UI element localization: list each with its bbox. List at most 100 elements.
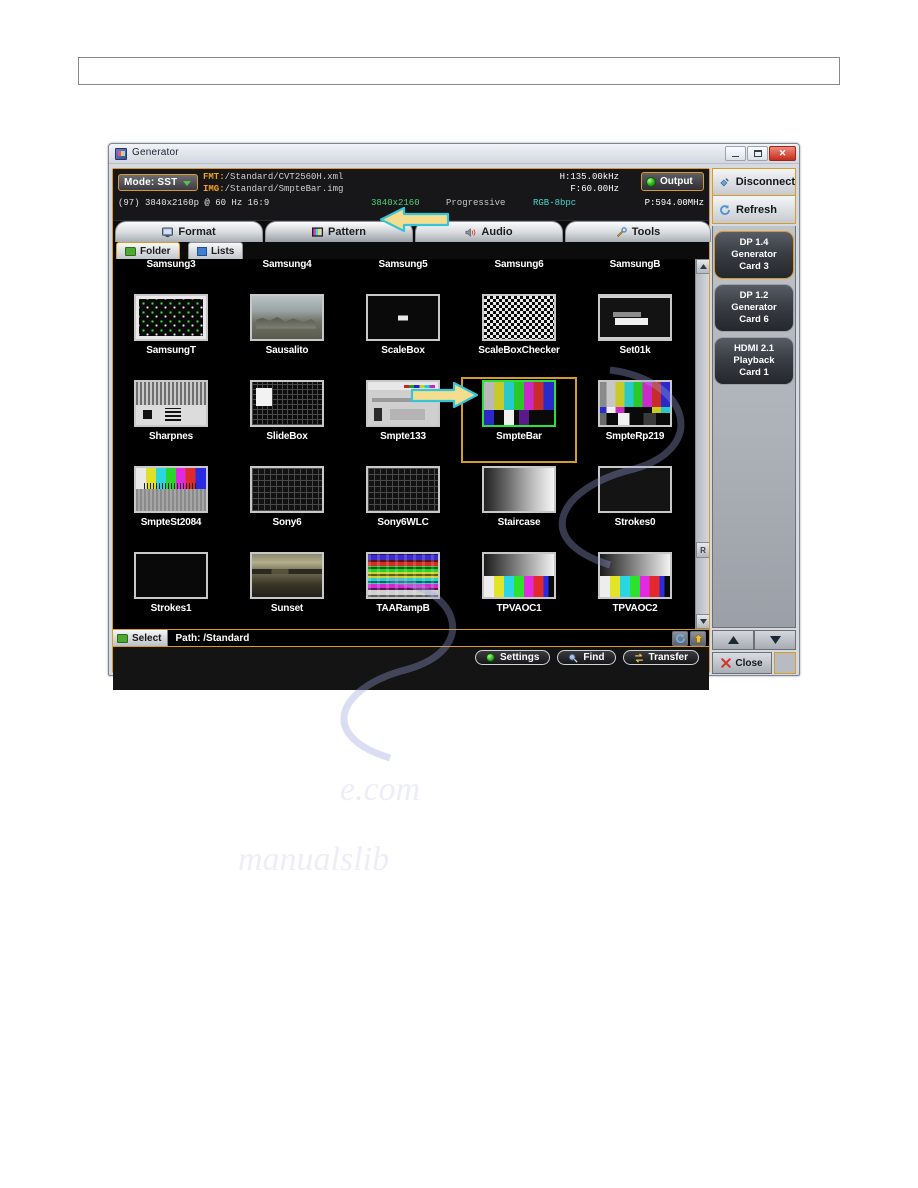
pattern-row: Samsung3 Samsung4 Samsung5 Samsung6 Sams… (113, 259, 693, 291)
up-folder-icon[interactable] (690, 630, 706, 646)
color-format: RGB-8bpc (533, 198, 577, 208)
pattern-item[interactable]: Sony6WLC (345, 463, 461, 549)
pattern-thumbnail (598, 380, 672, 427)
document-text-box (78, 57, 840, 85)
card-line-1: HDMI 2.1 (733, 343, 775, 355)
pattern-thumbnail (366, 466, 440, 513)
pattern-item[interactable]: Smpte133 (345, 377, 461, 463)
pattern-item[interactable]: SmpteSt2084 (113, 463, 229, 549)
settings-button[interactable]: Settings (474, 650, 551, 665)
pattern-thumbnail (482, 552, 556, 599)
pattern-label: Samsung4 (262, 259, 312, 270)
sub-tabs: Folder Lists (113, 242, 709, 259)
card-line-3: Card 3 (739, 260, 769, 272)
vertical-frequency: F:60.00Hz (570, 184, 619, 194)
pattern-item[interactable]: SlideBox (229, 377, 345, 463)
pattern-item[interactable]: SamsungT (113, 291, 229, 377)
pattern-item[interactable]: Samsung4 (229, 259, 345, 291)
list-icon (197, 246, 207, 256)
nav-down-button[interactable] (754, 630, 796, 650)
output-status-led (646, 176, 656, 187)
pattern-item[interactable]: Sausalito (229, 291, 345, 377)
pattern-label: TAARampB (376, 603, 430, 614)
nav-up-button[interactable] (712, 630, 754, 650)
minimize-button[interactable] (725, 146, 746, 161)
refresh-button[interactable]: Refresh (712, 196, 796, 224)
refresh-label: Refresh (736, 203, 777, 216)
maximize-button[interactable] (747, 146, 768, 161)
scroll-thumb[interactable]: R (696, 542, 709, 558)
pattern-thumbnail (250, 380, 324, 427)
close-row-filler (774, 652, 796, 674)
pattern-label: SamsungT (146, 345, 196, 356)
pattern-item[interactable]: Samsung3 (113, 259, 229, 291)
tab-format-label: Format (178, 226, 216, 238)
pattern-grid-scrollbar[interactable]: R (695, 259, 709, 629)
select-button[interactable]: Select (113, 629, 169, 647)
pattern-item[interactable]: SamsungB (577, 259, 693, 291)
folder-icon (125, 246, 136, 256)
tab-pattern[interactable]: Pattern (265, 221, 413, 242)
pattern-item[interactable]: TPVAOC1 (461, 549, 577, 629)
pattern-label: SamsungB (609, 259, 661, 270)
pattern-item[interactable]: Strokes1 (113, 549, 229, 629)
window-controls: ✕ (725, 146, 796, 161)
window-titlebar[interactable]: Generator ✕ (109, 144, 799, 164)
disconnect-button[interactable]: Disconnect (712, 168, 796, 196)
pattern-thumbnail (250, 552, 324, 599)
tab-audio-label: Audio (481, 226, 513, 238)
pattern-label: Staircase (497, 517, 541, 528)
pattern-label: SmpteBar (496, 431, 542, 442)
pattern-thumbnail (134, 380, 208, 427)
pattern-thumbnail (482, 294, 556, 341)
scroll-down-arrow[interactable] (696, 614, 709, 629)
pattern-item[interactable]: Samsung5 (345, 259, 461, 291)
format-file-line: FMT:/Standard/CVT2560H.xml (203, 172, 343, 182)
pattern-item[interactable]: Staircase (461, 463, 577, 549)
pattern-label: ScaleBox (381, 345, 425, 356)
scroll-up-arrow[interactable] (696, 259, 709, 274)
find-button[interactable]: Find (557, 650, 616, 665)
pattern-item[interactable]: Strokes0 (577, 463, 693, 549)
find-label: Find (583, 652, 605, 663)
refresh-icon[interactable] (672, 630, 688, 646)
scan-mode: Progressive (446, 198, 506, 208)
pattern-icon (312, 226, 324, 237)
transfer-icon (634, 653, 643, 662)
tab-tools-label: Tools (631, 226, 661, 238)
tab-pattern-label: Pattern (328, 226, 366, 238)
pattern-item[interactable]: SmpteRp219 (577, 377, 693, 463)
pattern-item[interactable]: Samsung6 (461, 259, 577, 291)
card-button-dp12[interactable]: DP 1.2 Generator Card 6 (714, 284, 794, 332)
pattern-thumbnail (134, 294, 208, 341)
pattern-item[interactable]: Sony6 (229, 463, 345, 549)
pattern-row: SmpteSt2084 Sony6 Sony6WLC Staircase Str… (113, 463, 693, 549)
side-panel: Disconnect Refresh DP 1.4 Generator Card… (712, 168, 796, 674)
subtab-lists[interactable]: Lists (188, 242, 244, 259)
pattern-item[interactable]: Sunset (229, 549, 345, 629)
card-button-dp14[interactable]: DP 1.4 Generator Card 3 (714, 231, 794, 279)
pattern-item[interactable]: TPVAOC2 (577, 549, 693, 629)
pattern-item[interactable]: TAARampB (345, 549, 461, 629)
pattern-item[interactable]: Sharpnes (113, 377, 229, 463)
close-x-icon (721, 658, 732, 668)
output-toggle-button[interactable]: Output (641, 172, 704, 191)
pattern-item-selected[interactable]: SmpteBar (461, 377, 577, 463)
pattern-grid: Samsung3 Samsung4 Samsung5 Samsung6 Sams… (113, 259, 709, 629)
card-line-2: Generator (731, 302, 777, 314)
pattern-item[interactable]: Set01k (577, 291, 693, 377)
close-window-button[interactable]: ✕ (769, 146, 796, 161)
tab-audio[interactable]: Audio (415, 221, 563, 242)
pattern-item[interactable]: ScaleBoxChecker (461, 291, 577, 377)
pattern-label: Samsung6 (494, 259, 544, 270)
close-button[interactable]: Close (712, 652, 772, 674)
settings-label: Settings (499, 652, 540, 663)
pattern-item[interactable]: ScaleBox (345, 291, 461, 377)
subtab-folder[interactable]: Folder (116, 242, 180, 259)
mode-select-button[interactable]: Mode: SST (118, 174, 198, 191)
tab-format[interactable]: Format (115, 221, 263, 242)
svg-text:manualslib: manualslib (238, 841, 389, 878)
card-button-hdmi21[interactable]: HDMI 2.1 Playback Card 1 (714, 337, 794, 385)
tab-tools[interactable]: Tools (565, 221, 711, 242)
transfer-button[interactable]: Transfer (622, 650, 699, 665)
